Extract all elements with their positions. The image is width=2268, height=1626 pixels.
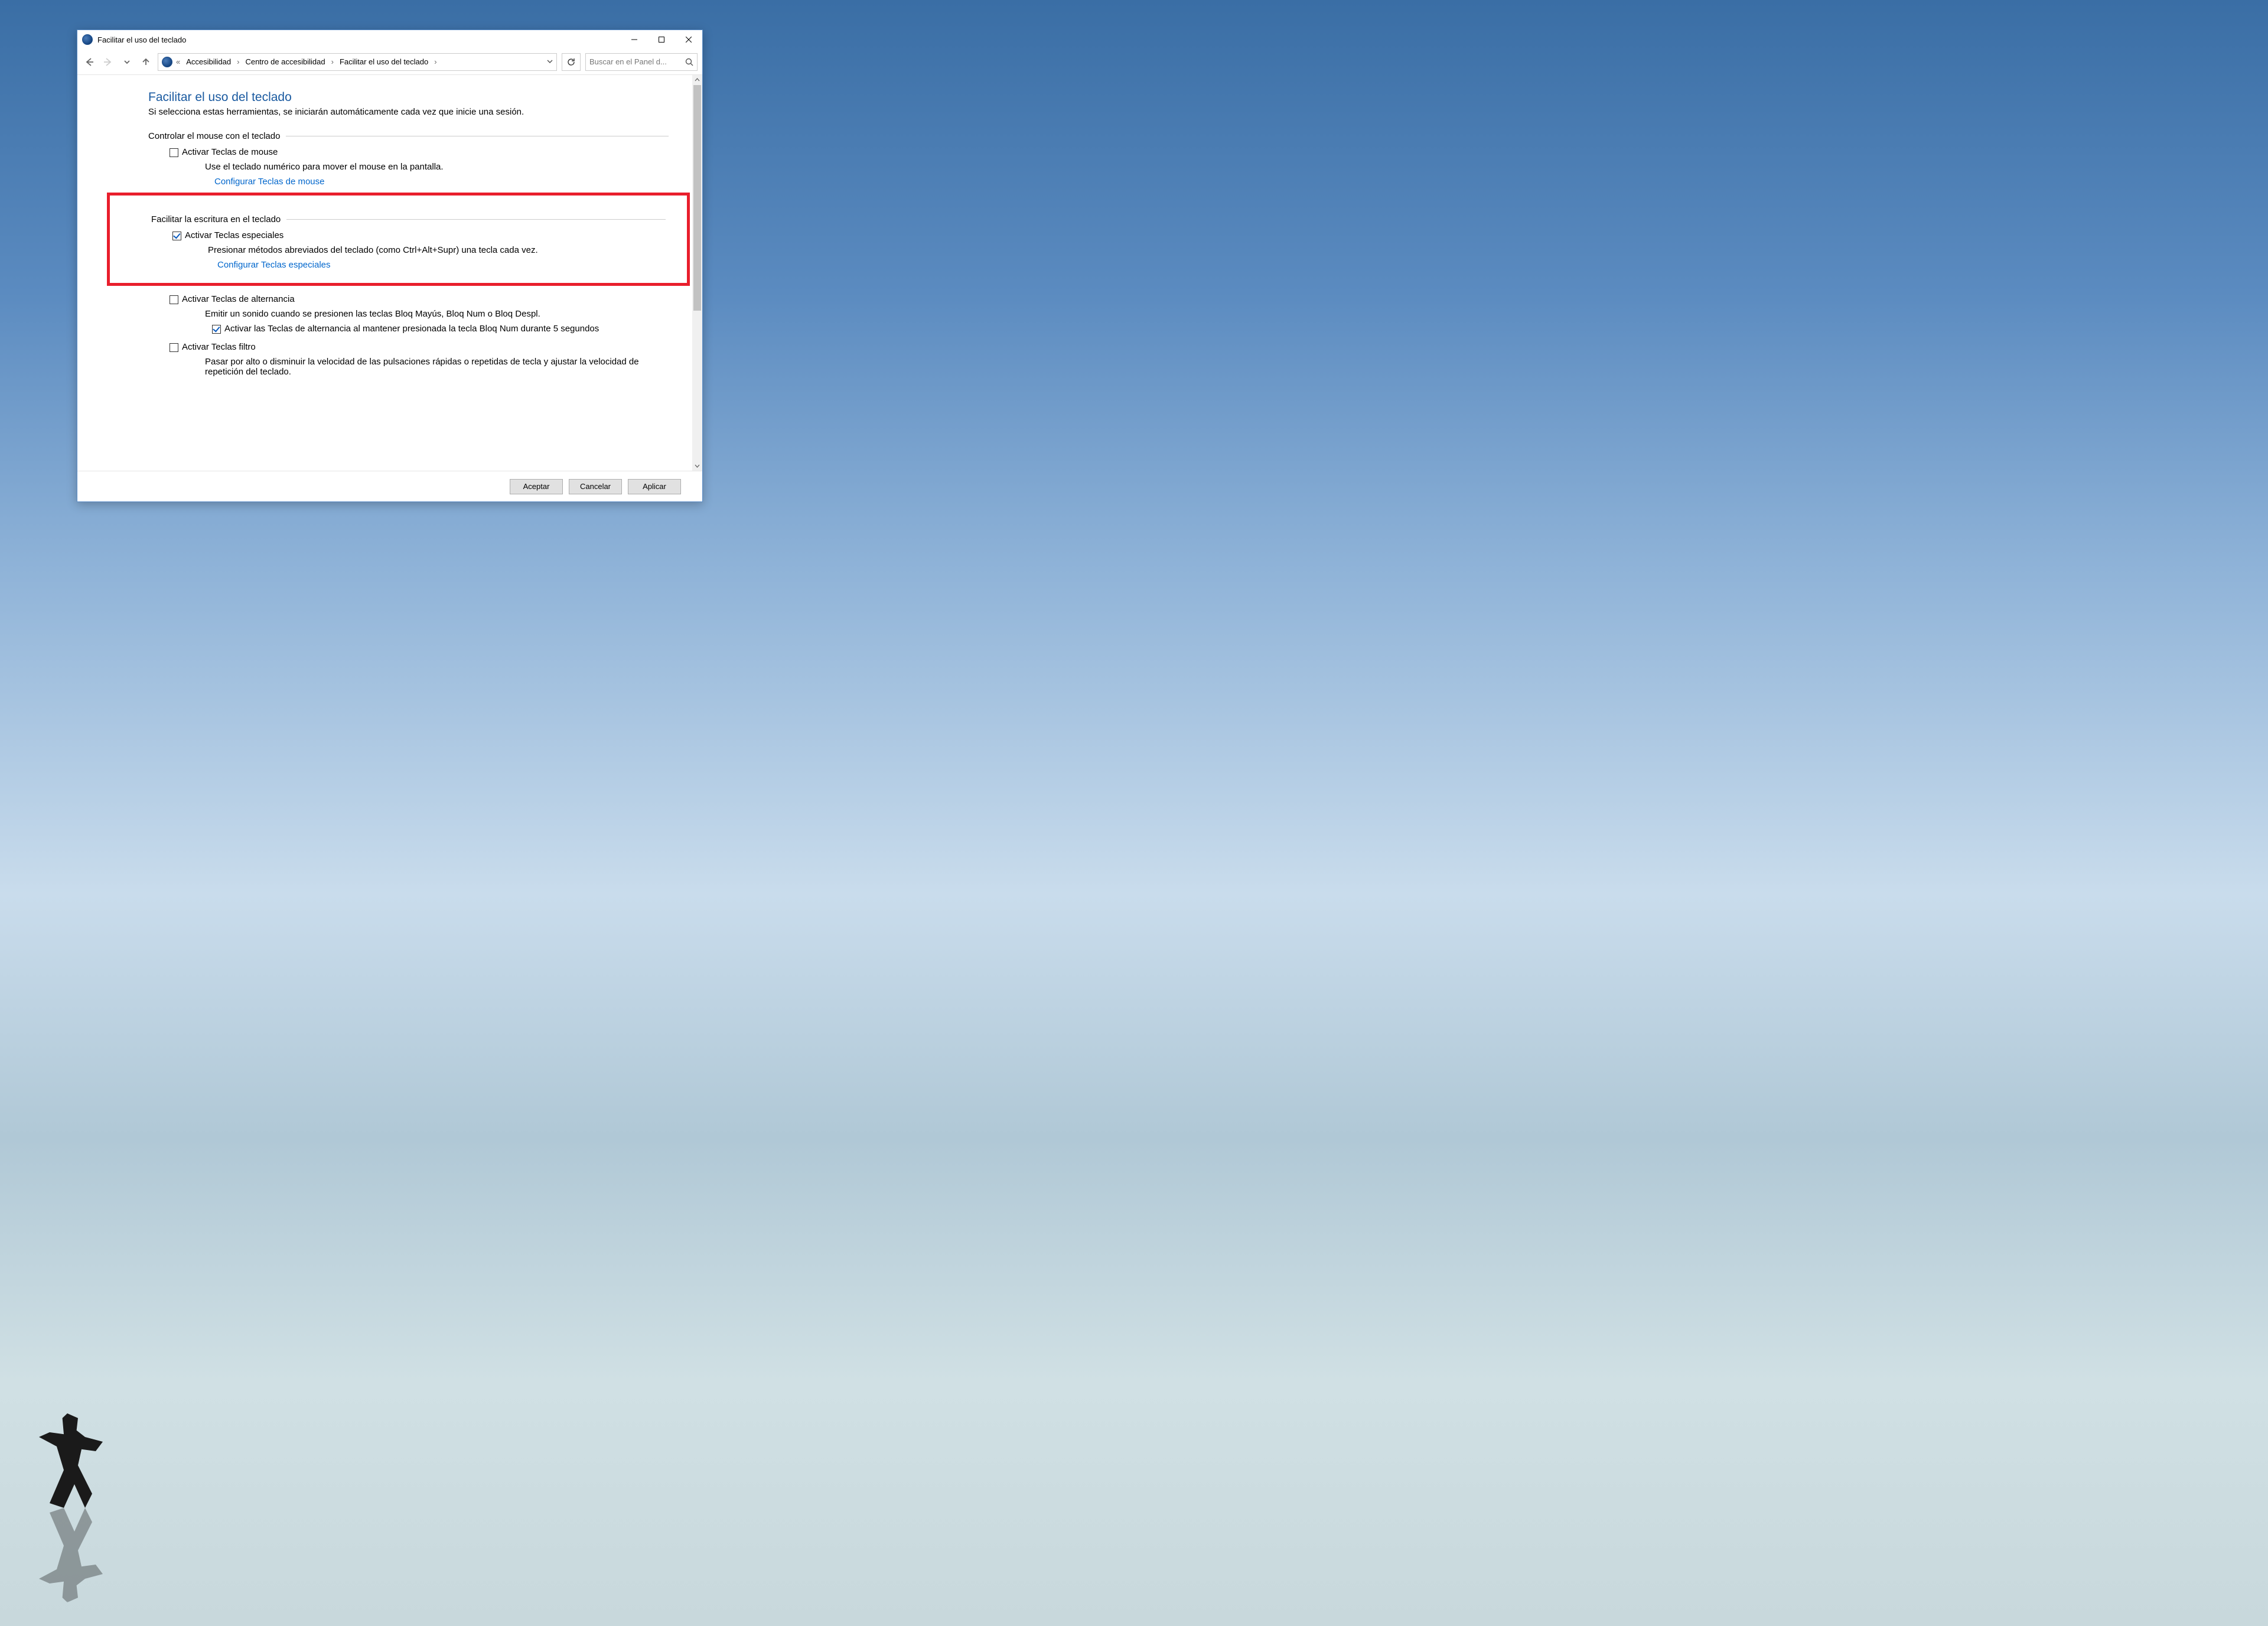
toggle-keys-desc: Emitir un sonido cuando se presionen las…: [205, 309, 669, 319]
mouse-keys-desc: Use el teclado numérico para mover el mo…: [205, 162, 669, 172]
checkbox-label: Activar Teclas filtro: [182, 342, 256, 352]
highlight-sticky-keys: Facilitar la escritura en el teclado Act…: [107, 193, 690, 286]
nav-back-button[interactable]: [82, 55, 96, 69]
cancel-button[interactable]: Cancelar: [569, 479, 622, 494]
toolbar: « Accesibilidad › Centro de accesibilida…: [77, 49, 702, 75]
window-title: Facilitar el uso del teclado: [97, 35, 186, 44]
checkbox-toggle-keys-hold[interactable]: Activar las Teclas de alternancia al man…: [212, 324, 669, 334]
link-configure-sticky-keys[interactable]: Configurar Teclas especiales: [217, 260, 331, 270]
minimize-button[interactable]: [621, 30, 648, 49]
page-subtitle: Si selecciona estas herramientas, se ini…: [148, 107, 669, 117]
sticky-keys-desc: Presionar métodos abreviados del teclado…: [208, 245, 666, 255]
breadcrumb-overflow[interactable]: «: [175, 57, 181, 66]
checkbox-icon: [212, 325, 221, 334]
scrollbar-track[interactable]: [692, 85, 702, 461]
scrollbar-thumb[interactable]: [693, 85, 701, 311]
checkbox-label: Activar las Teclas de alternancia al man…: [224, 324, 599, 334]
refresh-button[interactable]: [562, 53, 581, 71]
chevron-right-icon: ›: [433, 57, 438, 66]
group-mouse-keys: Controlar el mouse con el teclado: [148, 131, 669, 141]
wallpaper-runner-reflection: [35, 1508, 106, 1602]
vertical-scrollbar[interactable]: [692, 75, 702, 471]
checkbox-icon: [172, 232, 181, 240]
filter-keys-desc: Pasar por alto o disminuir la velocidad …: [205, 357, 669, 377]
checkbox-icon: [170, 343, 178, 352]
breadcrumb-dropdown-icon[interactable]: [547, 57, 553, 66]
breadcrumb-crumb-3[interactable]: Facilitar el uso del teclado: [337, 57, 431, 66]
breadcrumb-crumb-2[interactable]: Centro de accesibilidad: [243, 57, 327, 66]
search-placeholder: Buscar en el Panel d...: [589, 57, 685, 66]
checkbox-label: Activar Teclas de mouse: [182, 147, 278, 157]
nav-up-button[interactable]: [139, 55, 153, 69]
checkbox-label: Activar Teclas de alternancia: [182, 294, 295, 304]
breadcrumb-crumb-1[interactable]: Accesibilidad: [184, 57, 233, 66]
ok-button[interactable]: Aceptar: [510, 479, 563, 494]
chevron-right-icon: ›: [236, 57, 240, 66]
nav-recent-dropdown[interactable]: [120, 55, 134, 69]
checkbox-mouse-keys[interactable]: Activar Teclas de mouse: [170, 147, 669, 157]
group-type-easier: Facilitar la escritura en el teclado: [151, 214, 666, 224]
breadcrumb-bar[interactable]: « Accesibilidad › Centro de accesibilida…: [158, 53, 557, 71]
checkbox-sticky-keys[interactable]: Activar Teclas especiales: [172, 230, 666, 240]
checkbox-icon: [170, 295, 178, 304]
content-area: Facilitar el uso del teclado Si seleccio…: [77, 75, 692, 471]
chevron-right-icon: ›: [330, 57, 335, 66]
control-panel-window: Facilitar el uso del teclado: [77, 30, 703, 502]
close-button[interactable]: [675, 30, 702, 49]
checkbox-label: Activar Teclas especiales: [185, 230, 284, 240]
titlebar: Facilitar el uso del teclado: [77, 30, 702, 49]
checkbox-toggle-keys[interactable]: Activar Teclas de alternancia: [170, 294, 669, 304]
page-title: Facilitar el uso del teclado: [148, 90, 669, 105]
link-configure-mouse-keys[interactable]: Configurar Teclas de mouse: [214, 177, 325, 187]
search-input[interactable]: Buscar en el Panel d...: [585, 53, 698, 71]
scroll-down-arrow-icon[interactable]: [692, 461, 702, 471]
apply-button[interactable]: Aplicar: [628, 479, 681, 494]
checkbox-filter-keys[interactable]: Activar Teclas filtro: [170, 342, 669, 352]
app-icon: [82, 34, 93, 45]
breadcrumb-icon: [162, 57, 172, 67]
dialog-footer: Aceptar Cancelar Aplicar: [77, 471, 702, 501]
scroll-up-arrow-icon[interactable]: [692, 75, 702, 85]
checkbox-icon: [170, 148, 178, 157]
maximize-button[interactable]: [648, 30, 675, 49]
nav-forward-button[interactable]: [101, 55, 115, 69]
wallpaper-runner-silhouette: [35, 1413, 106, 1508]
search-icon: [685, 58, 693, 66]
